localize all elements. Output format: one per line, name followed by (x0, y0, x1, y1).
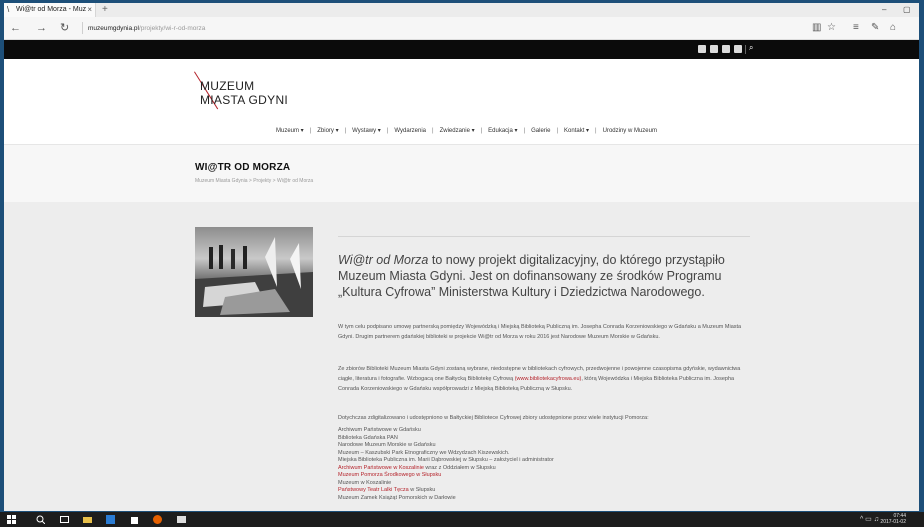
article-content: Wi@tr od Morza to nowy projekt digitaliz… (4, 202, 919, 511)
twitter-icon[interactable] (710, 45, 718, 53)
maximize-button[interactable]: ▢ (903, 3, 911, 17)
institution-item: Państwowy Teatr Lalki Tęcza w Słupsku (338, 487, 554, 495)
social-strip: ⌕ (4, 40, 919, 59)
tab-bar: \ Wi@tr od Morza - Muz × + – ▢ (4, 3, 919, 17)
page-title: WI@TR OD MORZA (195, 162, 291, 173)
search-taskbar-icon[interactable] (36, 515, 45, 524)
institution-item: Archiwum Państwowe w Koszalinie wraz z O… (338, 465, 554, 473)
lead-project-name: Wi@tr od Morza (338, 253, 429, 267)
social-divider (745, 45, 746, 54)
project-photo (195, 227, 313, 317)
institution-name: Miejska Biblioteka Publiczna im. Marii D… (338, 457, 554, 463)
reading-view-icon[interactable]: ▥ (812, 22, 821, 34)
clock-date: 2017-01-02 (880, 519, 906, 525)
url-field[interactable]: muzeumgdynia.pl/projekty/wi-r-od-morza (88, 25, 205, 32)
institution-suffix: wraz z Oddziałem w Słupsku (423, 464, 496, 471)
minimize-button[interactable]: – (882, 3, 886, 17)
share-icon[interactable]: ⌂ (890, 22, 896, 34)
system-tray-icons[interactable]: ^ ▭ ♫ (860, 515, 879, 523)
institution-link[interactable]: Państwowy Teatr Lalki Tęcza (338, 487, 409, 493)
menu-item[interactable]: Muzeum ▾ (276, 127, 304, 134)
windows-start-icon[interactable] (7, 515, 16, 524)
menu-item[interactable]: Edukacja ▾ (488, 127, 517, 134)
menu-separator: | (386, 128, 389, 134)
web-note-icon[interactable]: ✎ (871, 22, 879, 34)
lead-paragraph: Wi@tr od Morza to nowy projekt digitaliz… (338, 252, 750, 300)
tab-title: Wi@tr od Morza - Muz (16, 6, 87, 13)
institution-item: Muzeum – Kaszubski Park Etnograficzny we… (338, 450, 554, 458)
web-page: ⌕ MUZEUM MIASTA GDYNI Muzeum ▾ | Zbiory ▾ |… (4, 40, 919, 511)
file-explorer-icon[interactable] (83, 515, 92, 524)
site-favicon-icon: \ (7, 5, 10, 14)
main-menu: Muzeum ▾ | Zbiory ▾ | Wystawy ▾ | Wydarzenia | Z… (276, 127, 657, 137)
logo-line-1[interactable]: MUZEUM (200, 79, 254, 93)
menu-separator: | (480, 128, 483, 134)
windows-taskbar: ^ ▭ ♫ 07:44 2017-01-02 (0, 512, 924, 527)
menu-separator: | (523, 128, 526, 134)
url-path: /projekty/wi-r-od-morza (138, 25, 206, 32)
institution-item: Narodowe Muzeum Morskie w Gdańsku (338, 442, 554, 450)
institution-item: Archiwum Państwowe w Gdańsku (338, 427, 554, 435)
menu-item[interactable]: Wydarzenia (394, 128, 426, 134)
menu-item[interactable]: Urodziny w Muzeum (603, 128, 657, 134)
institution-suffix: w Słupsku (408, 487, 436, 493)
menu-item[interactable]: Zwiedzanie ▾ (440, 127, 475, 134)
store-icon[interactable] (130, 515, 139, 524)
paragraph-collections: Ze zbiorów Biblioteki Muzeum Miasta Gdyn… (338, 364, 750, 394)
edge-browser-icon[interactable] (106, 515, 115, 524)
menu-separator: | (556, 128, 559, 134)
institution-link[interactable]: Muzeum Pomorza Środkowego w Słupsku (338, 472, 441, 478)
url-separator (82, 22, 83, 34)
forward-arrow-icon[interactable]: → (36, 22, 47, 34)
paragraph-partnership: W tym celu podpisano umowę partnerską po… (338, 324, 742, 340)
search-icon[interactable]: ⌕ (749, 43, 753, 53)
bibliotekacyfrowa-link[interactable]: (www.bibliotekacyfrowa.eu) (515, 376, 582, 382)
menu-item[interactable]: Kontakt ▾ (564, 127, 589, 134)
url-domain: muzeumgdynia.pl (88, 25, 139, 32)
task-view-icon[interactable] (60, 515, 69, 524)
photos-icon[interactable] (177, 515, 186, 524)
refresh-icon[interactable]: ↻ (60, 22, 69, 34)
browser-tab[interactable]: \ Wi@tr od Morza - Muz × (4, 3, 96, 17)
menu-item[interactable]: Zbiory ▾ (317, 127, 338, 134)
institution-name: Biblioteka Gdańska PAN (338, 434, 398, 441)
institution-name: Muzeum Zamek Książąt Pomorskich w Darłow… (338, 494, 456, 501)
menu-item[interactable]: Wystawy ▾ (352, 127, 381, 134)
breadcrumb[interactable]: Muzeum Miasta Gdynia > Projekty > Wi@tr … (195, 178, 313, 184)
menu-separator: | (595, 128, 597, 134)
favorite-star-icon[interactable]: ☆ (827, 22, 836, 34)
menu-separator: | (309, 128, 312, 134)
youtube-icon[interactable] (734, 45, 742, 53)
institutions-list: Archiwum Państwowe w Gdańsku Biblioteka G… (338, 427, 554, 502)
hub-icon[interactable]: ≡ (853, 22, 859, 34)
menu-separator: | (344, 128, 347, 134)
clock[interactable]: 07:44 2017-01-02 (880, 513, 906, 525)
logo-line-2[interactable]: MIASTA GDYNI (200, 93, 288, 107)
instagram-icon[interactable] (722, 45, 730, 53)
institution-item: Biblioteka Gdańska PAN (338, 435, 554, 443)
content-divider (338, 236, 750, 237)
institution-item: Muzeum w Koszalinie (338, 480, 554, 488)
institution-name: Narodowe Muzeum Morskie w Gdańsku (338, 442, 436, 448)
facebook-icon[interactable] (698, 45, 706, 53)
site-header: MUZEUM MIASTA GDYNI Muzeum ▾ | Zbiory ▾ | Wy… (4, 59, 919, 144)
institution-name: Muzeum w Koszalinie (338, 479, 392, 486)
menu-item[interactable]: Galerie (531, 128, 550, 134)
title-band: WI@TR OD MORZA Muzeum Miasta Gdynia > Pr… (4, 144, 919, 202)
institution-item: Miejska Biblioteka Publiczna im. Marii D… (338, 457, 554, 465)
institution-item: Muzeum Zamek Książąt Pomorskich w Darłow… (338, 495, 554, 503)
tab-close-icon[interactable]: × (87, 3, 92, 17)
menu-separator: | (432, 128, 434, 134)
institution-item: Muzeum Pomorza Środkowego w Słupsku (338, 472, 554, 480)
back-arrow-icon[interactable]: ← (10, 22, 21, 34)
institution-link[interactable]: Archiwum Państwowe w Koszalinie (338, 465, 424, 471)
institution-name: Archiwum Państwowe w Gdańsku (338, 427, 421, 433)
paragraph-institutions-intro: Dotychczas zdigitalizowano i udostępnion… (338, 415, 649, 421)
firefox-icon[interactable] (153, 515, 162, 524)
institution-name: Muzeum – Kaszubski Park Etnograficzny we… (338, 449, 510, 456)
address-toolbar: ← → ↻ muzeumgdynia.pl/projekty/wi-r-od-m… (4, 17, 919, 40)
browser-window: \ Wi@tr od Morza - Muz × + – ▢ ← → ↻ muz… (4, 3, 919, 511)
new-tab-button[interactable]: + (102, 3, 108, 16)
